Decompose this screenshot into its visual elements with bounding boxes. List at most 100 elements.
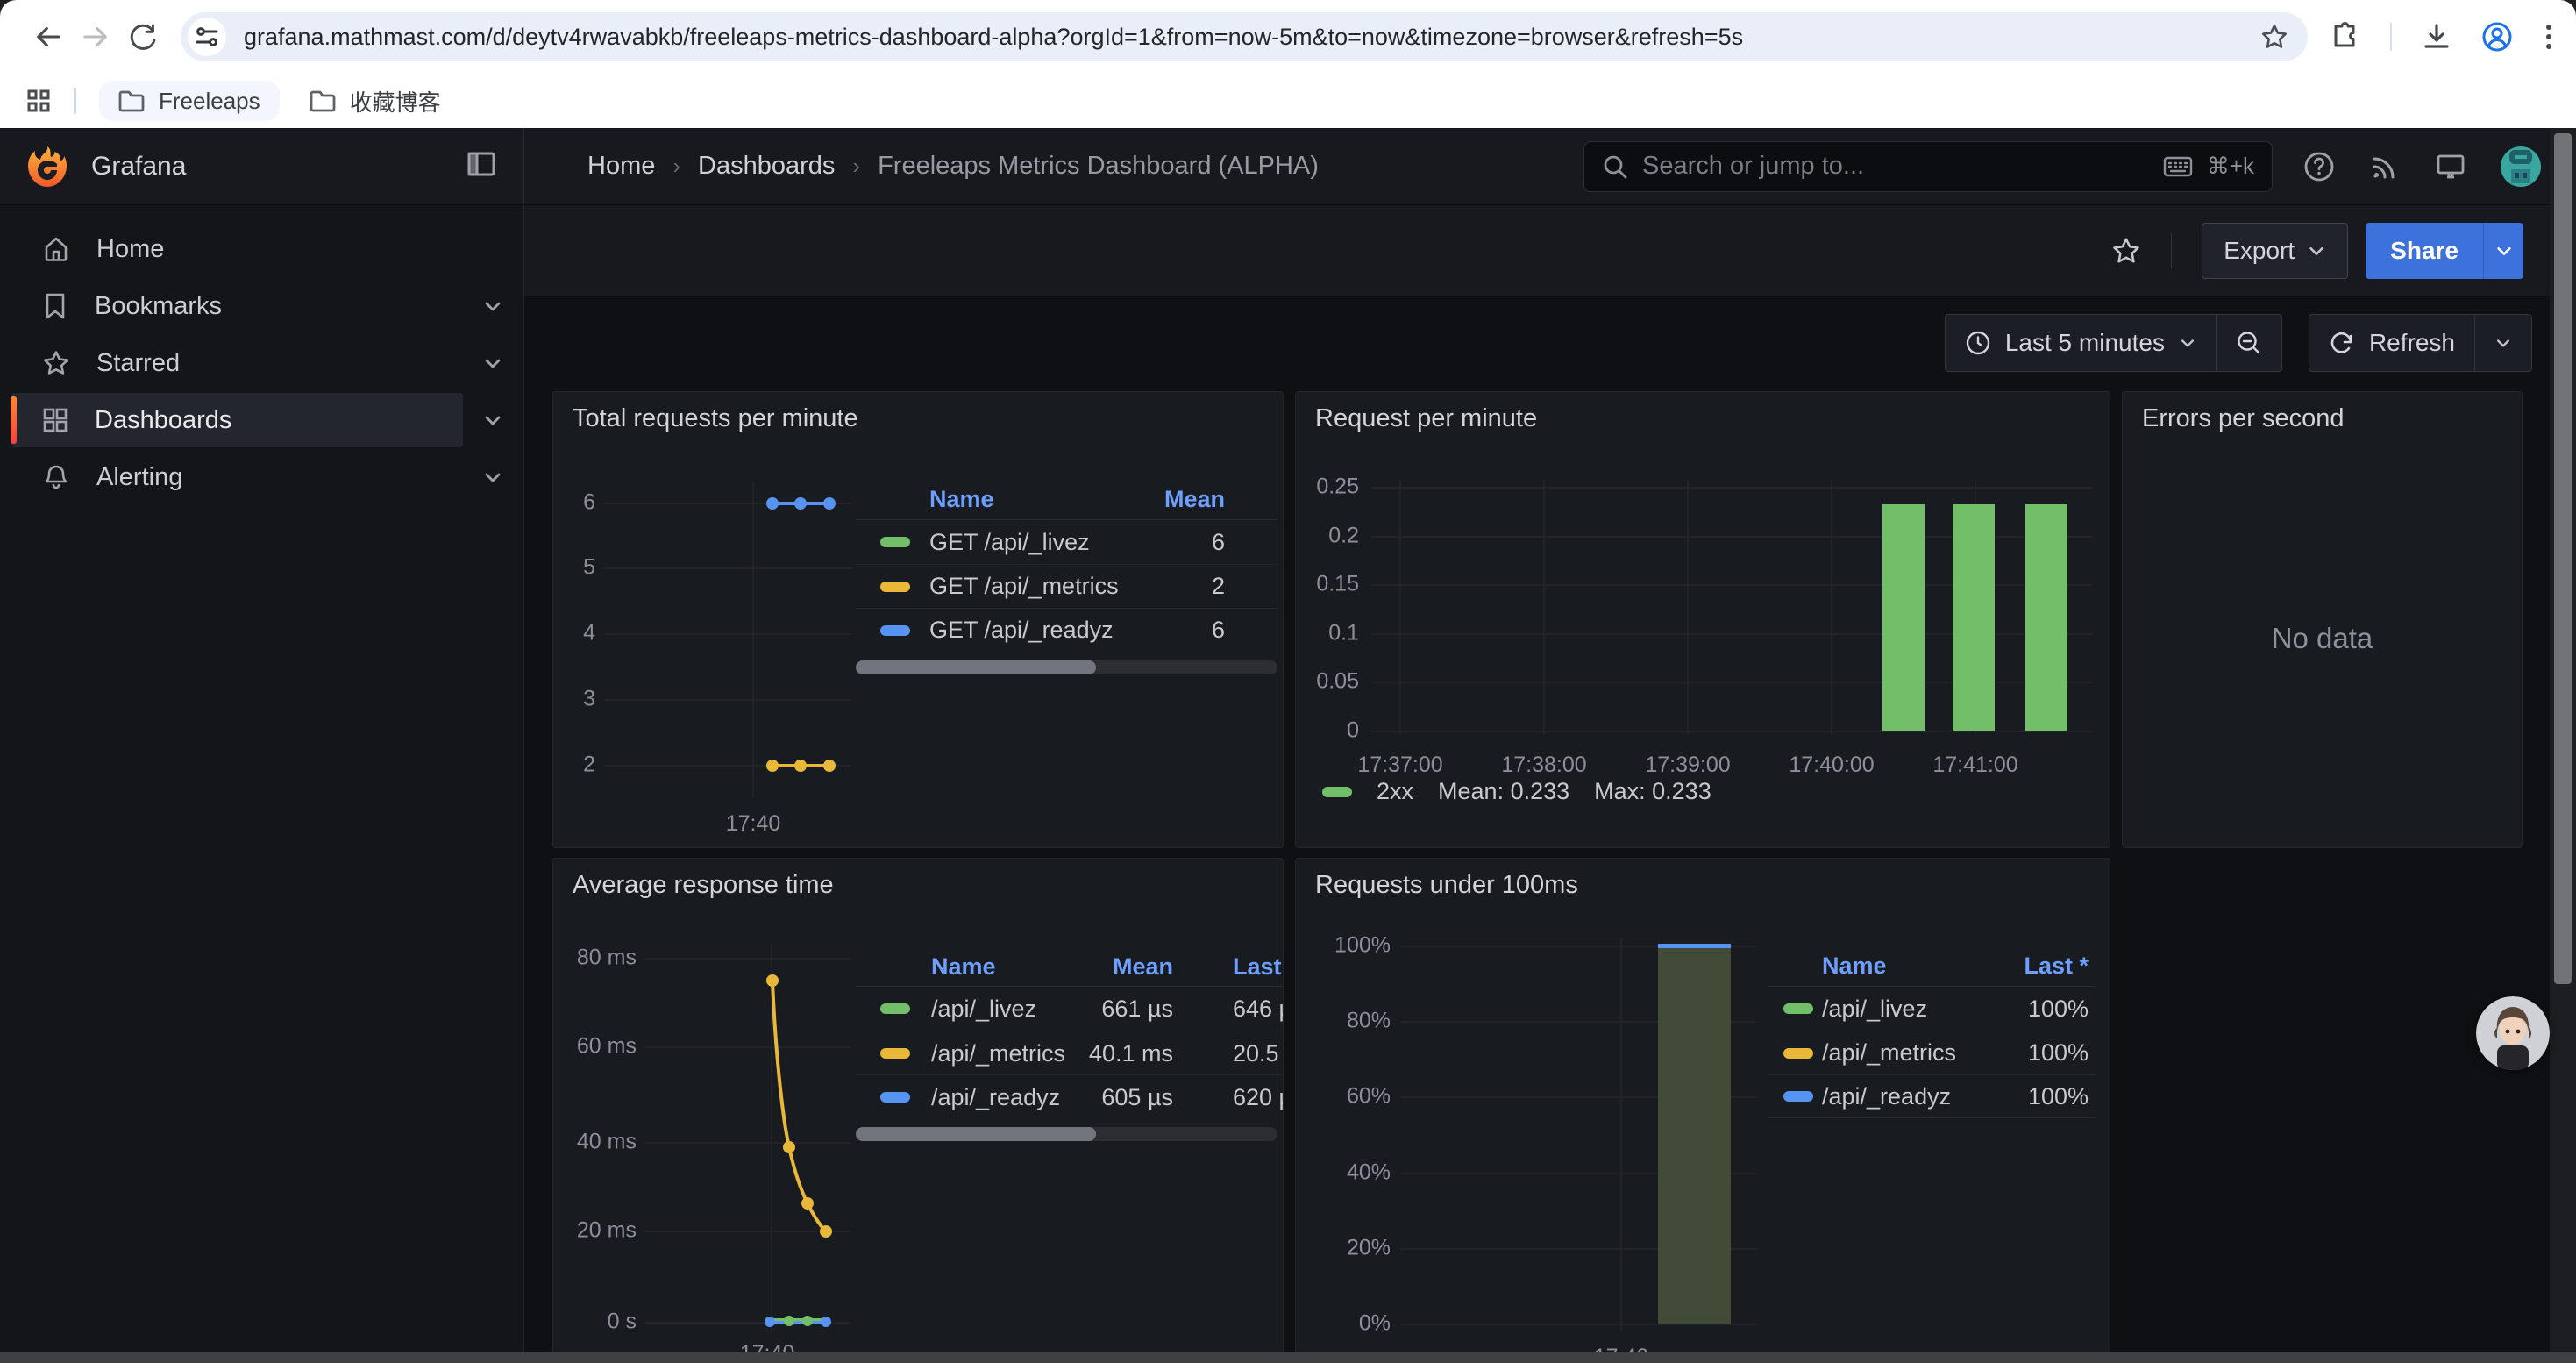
legend-row[interactable]: /api/_readyz 605 µs 620 µs [856,1074,1284,1118]
chevron-down-icon[interactable] [475,353,510,374]
panel-title[interactable]: Request per minute [1315,404,1537,433]
keyboard-icon [2163,155,2193,178]
profile-icon[interactable] [2481,21,2513,53]
export-button[interactable]: Export [2202,223,2348,279]
panel-total-requests: Total requests per minute 6 5 4 3 [552,391,1284,848]
bar-2xx[interactable] [2025,504,2067,731]
bar-2xx[interactable] [1882,504,1925,731]
legend-row[interactable]: GET /api/_livez 6 [856,520,1277,564]
legend-col-last[interactable]: Last * [1233,953,1284,981]
series-name[interactable]: /api/_readyz [931,1084,1060,1111]
series-name[interactable]: GET /api/_livez [929,529,1090,556]
back-icon[interactable] [25,13,72,61]
legend-row[interactable]: /api/_metrics 100% [1768,1031,2096,1074]
legend-scrollbar-thumb[interactable] [856,660,1096,674]
breadcrumb-dashboards[interactable]: Dashboards [698,152,835,181]
refresh-interval-button[interactable] [2474,315,2531,371]
bookmark-folder-blogs[interactable]: 收藏博客 [290,81,460,121]
panel-title[interactable]: Average response time [573,871,834,900]
site-settings-icon[interactable] [188,18,226,56]
help-icon[interactable] [2302,150,2336,183]
download-icon[interactable] [2422,22,2451,52]
sidebar-item-home[interactable]: Home [11,222,463,276]
no-data-message: No data [2123,622,2522,655]
series-name[interactable]: /api/_livez [1822,995,1927,1023]
series-name[interactable]: 2xx [1377,778,1413,805]
horizontal-scrollbar[interactable] [0,1352,2576,1363]
legend-col-last[interactable]: Last * [2024,953,2089,980]
y-tick: 0.25 [1316,475,1359,499]
browser-toolbar: grafana.mathmast.com/d/deytv4rwavabkb/fr… [0,0,2576,74]
assistant-avatar-button[interactable] [2476,996,2550,1070]
zoom-out-button[interactable] [2216,315,2281,371]
search-shortcut: ⌘+k [2207,153,2254,180]
time-range-picker[interactable]: Last 5 minutes [1946,315,2216,371]
panel-title[interactable]: Total requests per minute [573,404,858,433]
sidebar-item-dashboards[interactable]: Dashboards [11,393,463,447]
chevron-down-icon[interactable] [475,296,510,317]
legend-col-name[interactable]: Name [1822,953,1887,980]
bar-2xx[interactable] [1953,504,1995,731]
menu-kebab-icon[interactable] [2543,22,2555,52]
vertical-scrollbar[interactable] [2550,128,2576,1352]
legend-row[interactable]: /api/_livez 100% [1768,987,2096,1031]
sidebar-item-starred[interactable]: Starred [11,336,463,390]
series-mean: 6 [1212,617,1225,644]
favorite-star-icon[interactable] [2111,236,2141,266]
reload-icon[interactable] [119,13,167,61]
bookmark-star-icon[interactable] [2260,23,2288,51]
search-input[interactable]: Search or jump to... ⌘+k [1583,141,2273,192]
panel-title[interactable]: Errors per second [2142,404,2345,433]
series-name[interactable]: /api/_livez [931,995,1036,1023]
bar-under-100ms[interactable] [1658,946,1731,1324]
panel-title[interactable]: Requests under 100ms [1315,871,1578,900]
news-rss-icon[interactable] [2369,151,2401,182]
series-color-pill [880,625,910,636]
legend-row-inline[interactable]: 2xx Mean: 0.233 Max: 0.233 [1322,778,1711,805]
legend-row[interactable]: /api/_livez 661 µs 646 µs [856,987,1284,1031]
search-placeholder: Search or jump to... [1642,152,2149,181]
share-menu-button[interactable] [2483,223,2523,279]
user-avatar[interactable] [2501,146,2541,187]
legend-scrollbar-thumb[interactable] [856,1127,1096,1141]
legend-scrollbar[interactable] [856,1127,1277,1141]
series-name[interactable]: /api/_metrics [931,1040,1065,1067]
legend-row[interactable]: GET /api/_readyz 6 [856,608,1277,652]
legend-scrollbar[interactable] [856,660,1277,674]
legend-col-name[interactable]: Name [929,486,994,513]
series-last: 620 µs [1233,1084,1284,1111]
sidebar-toggle-icon[interactable] [464,146,499,186]
breadcrumb-home[interactable]: Home [587,152,655,181]
url-bar[interactable]: grafana.mathmast.com/d/deytv4rwavabkb/fr… [181,12,2308,61]
chevron-down-icon[interactable] [475,467,510,488]
apps-grid-icon[interactable] [26,89,51,113]
legend-row[interactable]: /api/_metrics 40.1 ms 20.5 ms [856,1031,1284,1074]
bookmark-folder-freeleaps[interactable]: Freeleaps [99,81,280,121]
legend-col-mean[interactable]: Mean [1057,953,1173,981]
sidebar-item-bookmarks[interactable]: Bookmarks [11,279,463,333]
legend-col-name[interactable]: Name [931,953,996,981]
vertical-scrollbar-thumb[interactable] [2554,133,2572,984]
grafana-logo[interactable] [26,145,68,189]
series-name[interactable]: GET /api/_metrics [929,573,1119,600]
series-name[interactable]: GET /api/_readyz [929,617,1114,644]
url-text[interactable]: grafana.mathmast.com/d/deytv4rwavabkb/fr… [244,24,2260,51]
legend-col-mean[interactable]: Mean [1164,486,1225,513]
bookmarks-divider [74,88,76,114]
bell-icon [42,463,70,491]
extensions-icon[interactable] [2330,22,2360,52]
sidebar-item-alerting[interactable]: Alerting [11,450,463,504]
monitor-icon[interactable] [2434,150,2467,183]
y-tick: 100% [1334,933,1391,958]
series-name[interactable]: /api/_readyz [1822,1083,1951,1110]
series-name[interactable]: /api/_metrics [1822,1039,1956,1067]
home-icon [42,235,70,263]
legend-row[interactable]: /api/_readyz 100% [1768,1074,2096,1118]
y-tick: 60 ms [577,1034,637,1059]
refresh-button[interactable]: Refresh [2309,315,2474,371]
legend-row[interactable]: GET /api/_metrics 2 [856,564,1277,608]
forward-icon[interactable] [72,13,119,61]
chevron-down-icon[interactable] [475,410,510,431]
share-button[interactable]: Share [2366,223,2483,279]
grafana-brand[interactable]: Grafana [91,152,186,182]
